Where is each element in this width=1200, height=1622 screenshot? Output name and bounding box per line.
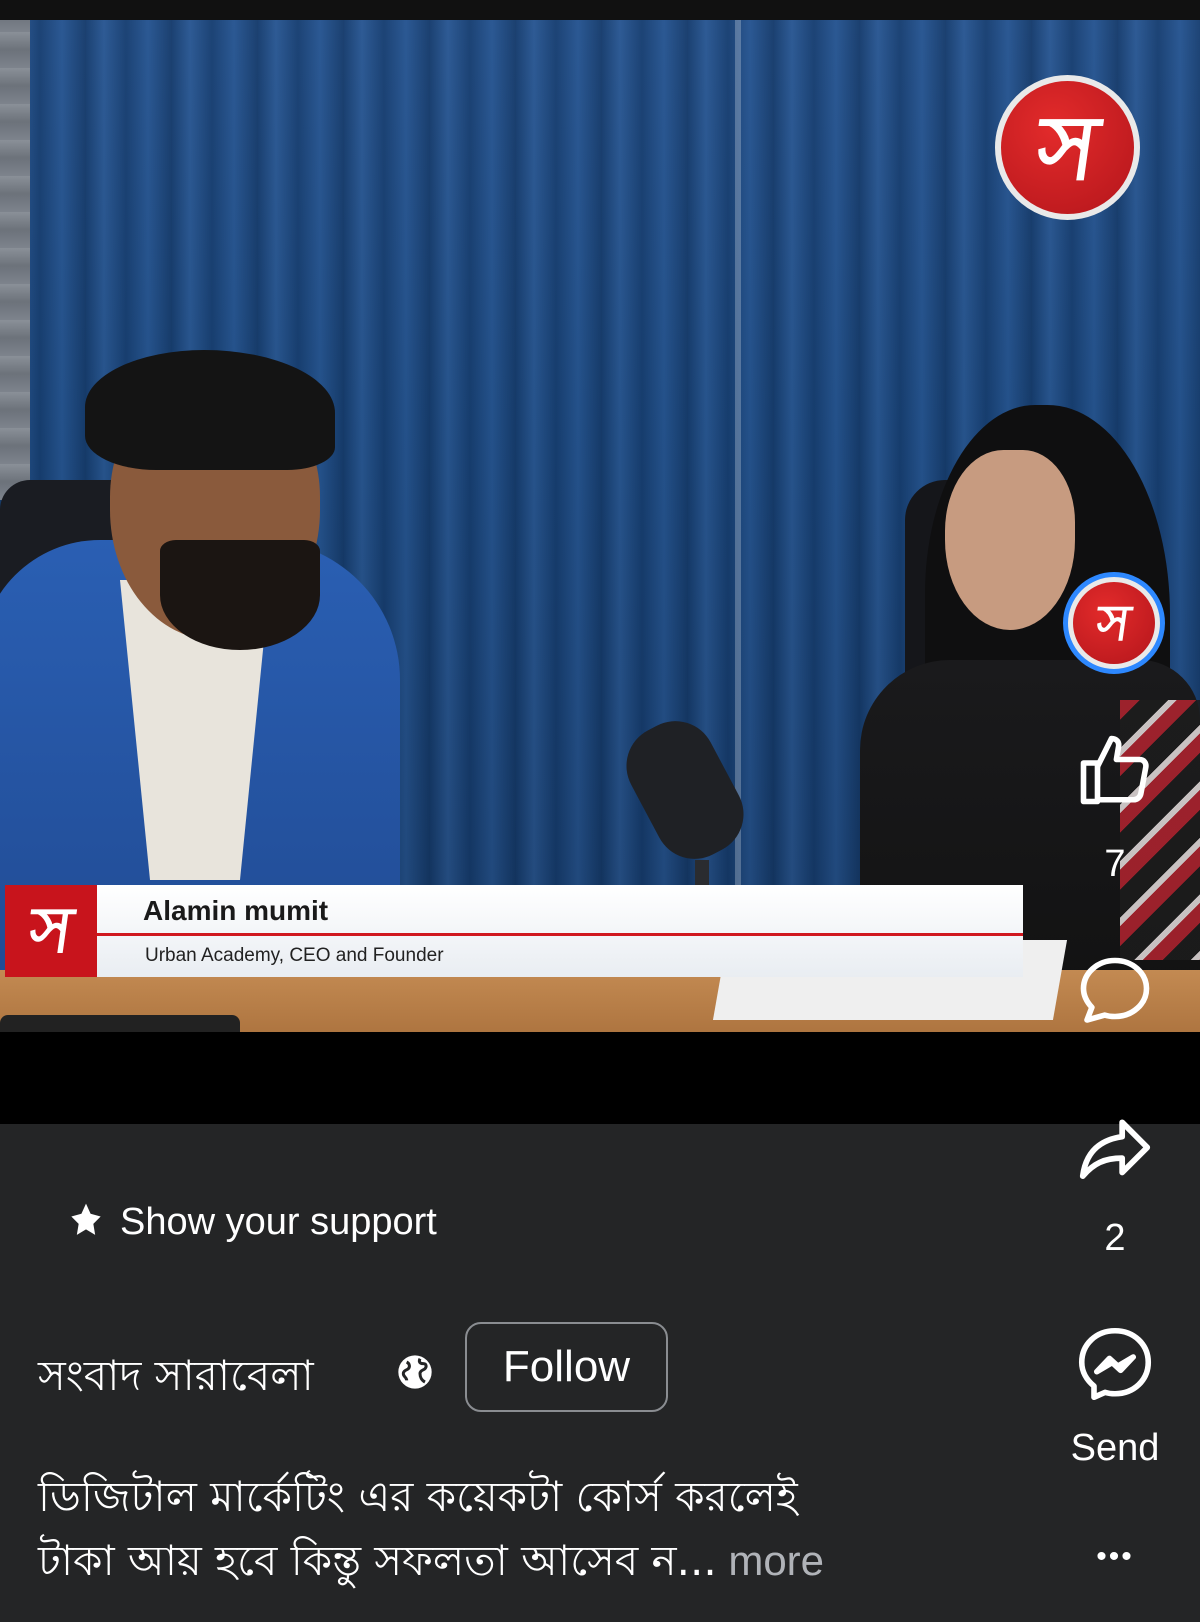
woman-face [945,450,1075,630]
see-more-link[interactable]: more [717,1537,824,1584]
man-beard [160,540,320,650]
globe-icon [398,1355,432,1389]
wall-left [0,20,30,500]
caption-line-2-text: টাকা আয় হবে কিন্তু সফলতা আসেব ন... [38,1536,717,1585]
avatar-image: স [1073,582,1155,664]
channel-logo-watermark: স [995,75,1140,220]
logo-glyph: স [1093,593,1135,652]
post-caption: ডিজিটাল মার্কেটিং এর কয়েকটা কোর্স করলেই… [38,1465,988,1593]
video-letterbox [0,1032,1200,1124]
show-support-button[interactable]: Show your support [64,1200,437,1244]
page-avatar[interactable]: স [1063,572,1165,674]
man-hair [85,350,335,470]
share-button[interactable]: 2 [1050,1108,1180,1260]
logo-glyph: স [1030,94,1105,201]
lower-third-line [97,933,1023,936]
support-label: Show your support [120,1200,437,1243]
like-count: 7 [1104,843,1126,885]
send-label: Send [1070,1427,1160,1469]
comment-icon [1080,957,1150,1023]
like-icon [1080,735,1149,805]
more-options-button[interactable]: ••• [1050,1540,1180,1574]
send-button[interactable]: Send [1050,1322,1180,1470]
caption-line-1: ডিজিটাল মার্কেটিং এর কয়েকটা কোর্স করলেই [38,1472,798,1521]
top-strip [0,0,1200,20]
follow-button[interactable]: Follow [465,1322,668,1412]
messenger-icon [1078,1327,1152,1401]
comment-button[interactable] [1050,950,1180,1039]
caption-line-2: টাকা আয় হবে কিন্তু সফলতা আসেব ন... more [38,1529,988,1593]
sparkle-star-icon [71,1203,101,1235]
share-icon [1079,1119,1151,1179]
lower-third-banner: স Alamin mumit Urban Academy, CEO and Fo… [5,885,1023,977]
speaker-title: Urban Academy, CEO and Founder [145,945,444,966]
share-count: 2 [1104,1217,1126,1259]
like-button[interactable]: 7 [1050,728,1180,886]
phone-on-desk [0,1015,240,1032]
lower-third-logo: স [5,885,97,977]
video-player[interactable]: স স Alamin mumit Urban Academy, CEO and … [0,20,1200,1032]
page-name-link[interactable]: সংবাদ সারাবেলা [38,1343,314,1414]
speaker-name: Alamin mumit [143,895,329,926]
logo-glyph: স [24,893,78,968]
curtain-split [735,20,741,1032]
